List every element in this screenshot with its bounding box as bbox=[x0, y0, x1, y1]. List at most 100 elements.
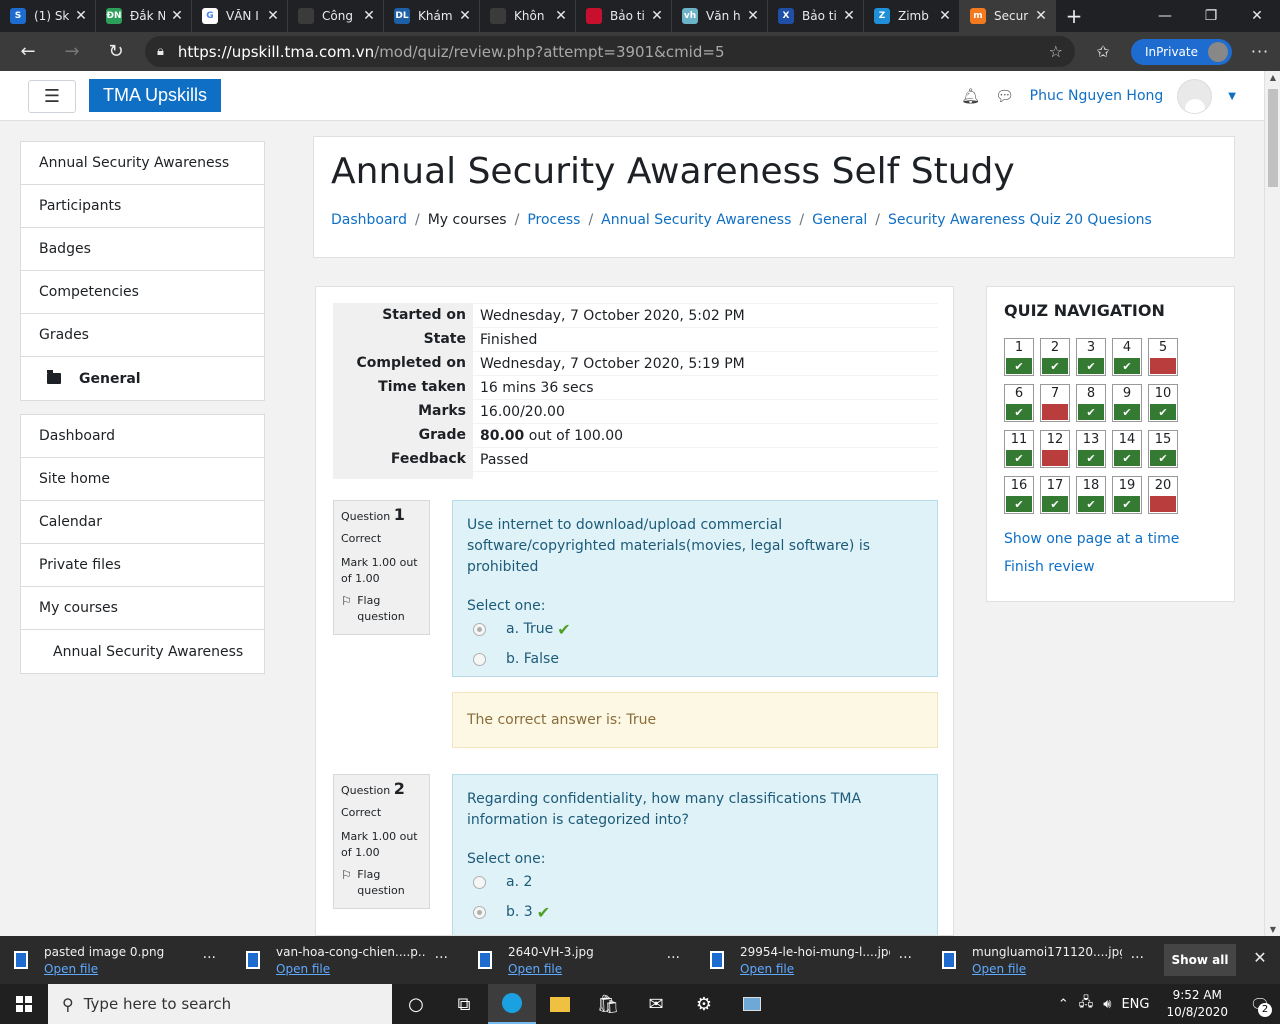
download-item[interactable]: 29954-le-hoi-mung-l....jpg Open file ··· bbox=[696, 936, 928, 984]
nav-my-courses[interactable]: My courses bbox=[21, 587, 264, 630]
quiz-nav-button[interactable]: 3 ✔ bbox=[1076, 338, 1106, 376]
quiz-nav-button[interactable]: 19 ✔ bbox=[1112, 476, 1142, 514]
nav-dashboard[interactable]: Dashboard bbox=[21, 415, 264, 458]
nav-site-home[interactable]: Site home bbox=[21, 458, 264, 501]
close-tab-icon[interactable]: ✕ bbox=[1033, 8, 1049, 24]
open-file-link[interactable]: Open file bbox=[276, 962, 426, 976]
browser-tab[interactable]: Khôn ✕ bbox=[480, 0, 576, 32]
more-menu-icon[interactable]: ··· bbox=[1240, 42, 1280, 61]
download-more-icon[interactable]: ··· bbox=[1131, 950, 1144, 966]
address-bar[interactable]: 🔒︎ https://upskill.tma.com.vn/mod/quiz/r… bbox=[145, 36, 1075, 67]
close-tab-icon[interactable]: ✕ bbox=[745, 8, 761, 24]
breadcrumb-dashboard[interactable]: Dashboard bbox=[331, 212, 407, 228]
close-tab-icon[interactable]: ✕ bbox=[553, 8, 569, 24]
open-file-link[interactable]: Open file bbox=[740, 962, 890, 976]
browser-tab[interactable]: Z Zimb ✕ bbox=[864, 0, 960, 32]
breadcrumb-course[interactable]: Annual Security Awareness bbox=[601, 212, 791, 228]
page-scrollbar[interactable]: ▲ ▼ bbox=[1264, 71, 1280, 936]
open-file-link[interactable]: Open file bbox=[44, 962, 194, 976]
quiz-nav-button[interactable]: 9 ✔ bbox=[1112, 384, 1142, 422]
breadcrumb-quiz[interactable]: Security Awareness Quiz 20 Quesions bbox=[888, 212, 1152, 228]
browser-tab[interactable]: Công ✕ bbox=[288, 0, 384, 32]
radio-button[interactable] bbox=[473, 875, 486, 889]
network-icon[interactable]: 🖧︎ bbox=[1079, 993, 1094, 1015]
user-menu-caret-icon[interactable]: ▼ bbox=[1228, 91, 1236, 102]
quiz-nav-button[interactable]: 5 bbox=[1148, 338, 1178, 376]
start-button[interactable] bbox=[0, 984, 48, 1024]
show-all-button[interactable]: Show all bbox=[1164, 944, 1236, 976]
nav-badges[interactable]: Badges bbox=[21, 228, 264, 271]
browser-tab[interactable]: S (1) Sk ✕ bbox=[0, 0, 96, 32]
inprivate-button[interactable]: InPrivate bbox=[1131, 38, 1232, 65]
radio-button[interactable] bbox=[473, 905, 486, 919]
quiz-nav-button[interactable]: 11 ✔ bbox=[1004, 430, 1034, 468]
scroll-thumb[interactable] bbox=[1268, 89, 1278, 187]
drawer-toggle-button[interactable]: ☰ bbox=[28, 80, 76, 113]
settings-icon[interactable]: ⚙ bbox=[680, 984, 728, 1024]
cortana-icon[interactable]: ○ bbox=[392, 984, 440, 1024]
edge-icon[interactable] bbox=[488, 984, 536, 1024]
language-indicator[interactable]: ENG bbox=[1121, 997, 1149, 1012]
quiz-nav-button[interactable]: 12 bbox=[1040, 430, 1070, 468]
user-avatar[interactable] bbox=[1177, 78, 1213, 114]
site-brand[interactable]: TMA Upskills bbox=[89, 79, 221, 112]
quiz-nav-button[interactable]: 6 ✔ bbox=[1004, 384, 1034, 422]
clock[interactable]: 9:52 AM 10/8/2020 bbox=[1166, 987, 1228, 1021]
browser-tab[interactable]: X Bảo ti ✕ bbox=[768, 0, 864, 32]
scroll-up-icon[interactable]: ▲ bbox=[1265, 73, 1280, 82]
flag-question-button[interactable]: ⚐ Flag question bbox=[341, 593, 422, 625]
nav-general[interactable]: General bbox=[21, 357, 264, 400]
browser-tab[interactable]: vh Văn h ✕ bbox=[672, 0, 768, 32]
download-item[interactable]: van-hoa-cong-chien....p... Open file ··· bbox=[232, 936, 464, 984]
minimize-icon[interactable]: — bbox=[1142, 0, 1188, 32]
browser-tab[interactable]: G VĂN I ✕ bbox=[192, 0, 288, 32]
download-more-icon[interactable]: ··· bbox=[899, 950, 912, 966]
favorite-star-icon[interactable]: ☆ bbox=[1049, 42, 1063, 61]
scroll-down-icon[interactable]: ▼ bbox=[1265, 925, 1280, 934]
quiz-nav-button[interactable]: 2 ✔ bbox=[1040, 338, 1070, 376]
message-icon[interactable]: 💬︎ bbox=[988, 87, 1022, 105]
close-tab-icon[interactable]: ✕ bbox=[361, 8, 377, 24]
open-file-link[interactable]: Open file bbox=[508, 962, 658, 976]
breadcrumb-general[interactable]: General bbox=[812, 212, 867, 228]
radio-button[interactable] bbox=[473, 622, 486, 636]
quiz-nav-button[interactable]: 7 bbox=[1040, 384, 1070, 422]
nav-calendar[interactable]: Calendar bbox=[21, 501, 264, 544]
nav-private-files[interactable]: Private files bbox=[21, 544, 264, 587]
download-more-icon[interactable]: ··· bbox=[435, 950, 448, 966]
browser-tab[interactable]: Bảo ti ✕ bbox=[576, 0, 672, 32]
nav-competencies[interactable]: Competencies bbox=[21, 271, 264, 314]
download-item[interactable]: pasted image 0.png Open file ··· bbox=[0, 936, 232, 984]
nav-course-home[interactable]: Annual Security Awareness bbox=[21, 142, 264, 185]
mail-icon[interactable]: ✉ bbox=[632, 984, 680, 1024]
finish-review-link[interactable]: Finish review bbox=[1004, 559, 1095, 575]
forward-button[interactable]: → bbox=[50, 32, 94, 71]
close-tab-icon[interactable]: ✕ bbox=[841, 8, 857, 24]
radio-button[interactable] bbox=[473, 652, 486, 666]
user-name[interactable]: Phuc Nguyen Hong bbox=[1030, 88, 1164, 104]
quiz-nav-button[interactable]: 16 ✔ bbox=[1004, 476, 1034, 514]
quiz-nav-button[interactable]: 20 bbox=[1148, 476, 1178, 514]
close-tab-icon[interactable]: ✕ bbox=[169, 8, 185, 24]
quiz-nav-button[interactable]: 18 ✔ bbox=[1076, 476, 1106, 514]
close-downloads-icon[interactable]: ✕ bbox=[1248, 948, 1272, 967]
refresh-button[interactable]: ↻ bbox=[94, 32, 138, 71]
back-button[interactable]: ← bbox=[6, 32, 50, 71]
quiz-nav-button[interactable]: 8 ✔ bbox=[1076, 384, 1106, 422]
nav-participants[interactable]: Participants bbox=[21, 185, 264, 228]
close-tab-icon[interactable]: ✕ bbox=[73, 8, 89, 24]
volume-icon[interactable]: 🔊︎ bbox=[1103, 997, 1111, 1012]
flag-question-button[interactable]: ⚐ Flag question bbox=[341, 867, 422, 899]
breadcrumb-process[interactable]: Process bbox=[527, 212, 580, 228]
tray-chevron-icon[interactable]: ⌃ bbox=[1058, 997, 1069, 1012]
bell-icon[interactable]: 🔔︎ bbox=[954, 87, 988, 105]
quiz-nav-button[interactable]: 15 ✔ bbox=[1148, 430, 1178, 468]
task-view-icon[interactable]: ⧉ bbox=[440, 984, 488, 1024]
show-one-page-link[interactable]: Show one page at a time bbox=[1004, 531, 1179, 547]
download-more-icon[interactable]: ··· bbox=[203, 950, 216, 966]
close-tab-icon[interactable]: ✕ bbox=[457, 8, 473, 24]
photos-icon[interactable] bbox=[728, 984, 776, 1024]
taskbar-search[interactable]: ⚲ Type here to search bbox=[48, 984, 392, 1024]
browser-tab[interactable]: DL Khám ✕ bbox=[384, 0, 480, 32]
quiz-nav-button[interactable]: 1 ✔ bbox=[1004, 338, 1034, 376]
